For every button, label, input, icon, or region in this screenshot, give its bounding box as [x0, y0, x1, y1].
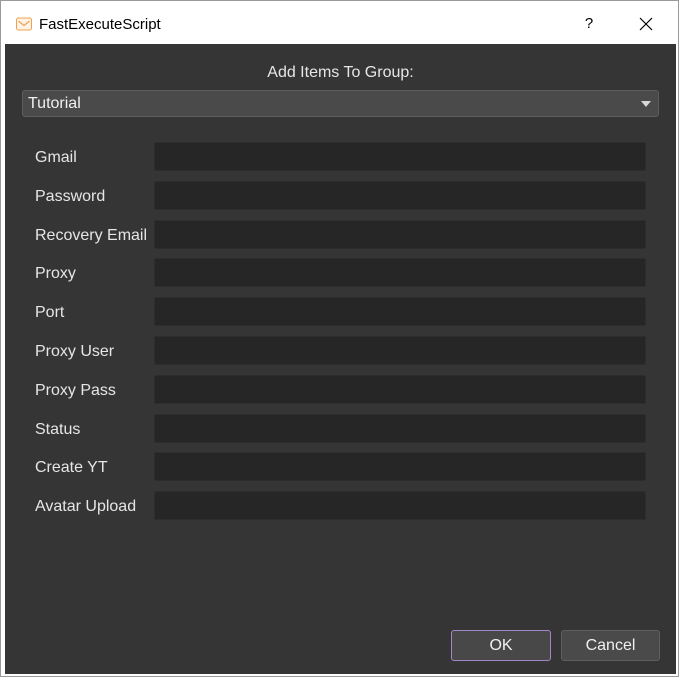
proxy-label: Proxy	[35, 265, 76, 283]
field-row-proxy-pass: Proxy Pass	[5, 374, 676, 414]
avatar-upload-label: Avatar Upload	[35, 498, 137, 516]
field-row-password: Password	[5, 180, 676, 220]
password-label: Password	[35, 187, 106, 205]
proxy-pass-label: Proxy Pass	[35, 381, 116, 399]
gmail-field[interactable]	[154, 142, 646, 171]
field-row-gmail: Gmail	[5, 142, 676, 181]
field-row-create-yt: Create YT	[5, 452, 676, 491]
field-row-avatar-upload: Avatar Upload	[5, 491, 676, 530]
close-icon	[639, 17, 653, 31]
status-field[interactable]	[154, 413, 646, 443]
field-row-status: Status	[5, 413, 676, 453]
recovery-email-label: Recovery Email	[35, 226, 148, 244]
field-row-port: Port	[5, 297, 676, 336]
help-button[interactable]: ?	[573, 9, 605, 39]
fields-form: Gmail Password Recovery Email Proxy Port…	[5, 142, 676, 530]
create-yt-field[interactable]	[154, 452, 646, 482]
cancel-button[interactable]: Cancel	[561, 630, 660, 661]
proxy-user-label: Proxy User	[35, 342, 115, 360]
group-select-value: Tutorial	[28, 95, 81, 112]
field-row-proxy: Proxy	[5, 258, 676, 297]
proxy-user-field[interactable]	[154, 335, 646, 365]
title-bar[interactable]: FastExecuteScript ?	[1, 1, 678, 44]
proxy-pass-field[interactable]	[154, 374, 646, 404]
proxy-field[interactable]	[154, 258, 646, 288]
status-label: Status	[35, 420, 81, 438]
recovery-email-field[interactable]	[154, 219, 646, 249]
port-field[interactable]	[154, 297, 646, 327]
field-row-recovery-email: Recovery Email	[5, 219, 676, 259]
gmail-label: Gmail	[35, 149, 77, 166]
dialog-body: Add Items To Group: Tutorial Gmail Passw…	[5, 44, 676, 674]
avatar-upload-field[interactable]	[154, 491, 646, 521]
group-select[interactable]: Tutorial	[22, 90, 659, 117]
password-field[interactable]	[154, 180, 646, 210]
field-row-proxy-user: Proxy User	[5, 335, 676, 375]
ok-button[interactable]: OK	[451, 630, 551, 661]
port-label: Port	[35, 304, 65, 322]
envelope-icon	[16, 17, 32, 31]
window-title: FastExecuteScript	[39, 16, 161, 33]
chevron-down-icon	[641, 101, 651, 107]
dialog-window: FastExecuteScript ? Add Items To Group: …	[0, 0, 679, 677]
group-select-label: Add Items To Group:	[267, 64, 414, 81]
close-button[interactable]	[627, 9, 665, 39]
create-yt-label: Create YT	[35, 459, 108, 477]
